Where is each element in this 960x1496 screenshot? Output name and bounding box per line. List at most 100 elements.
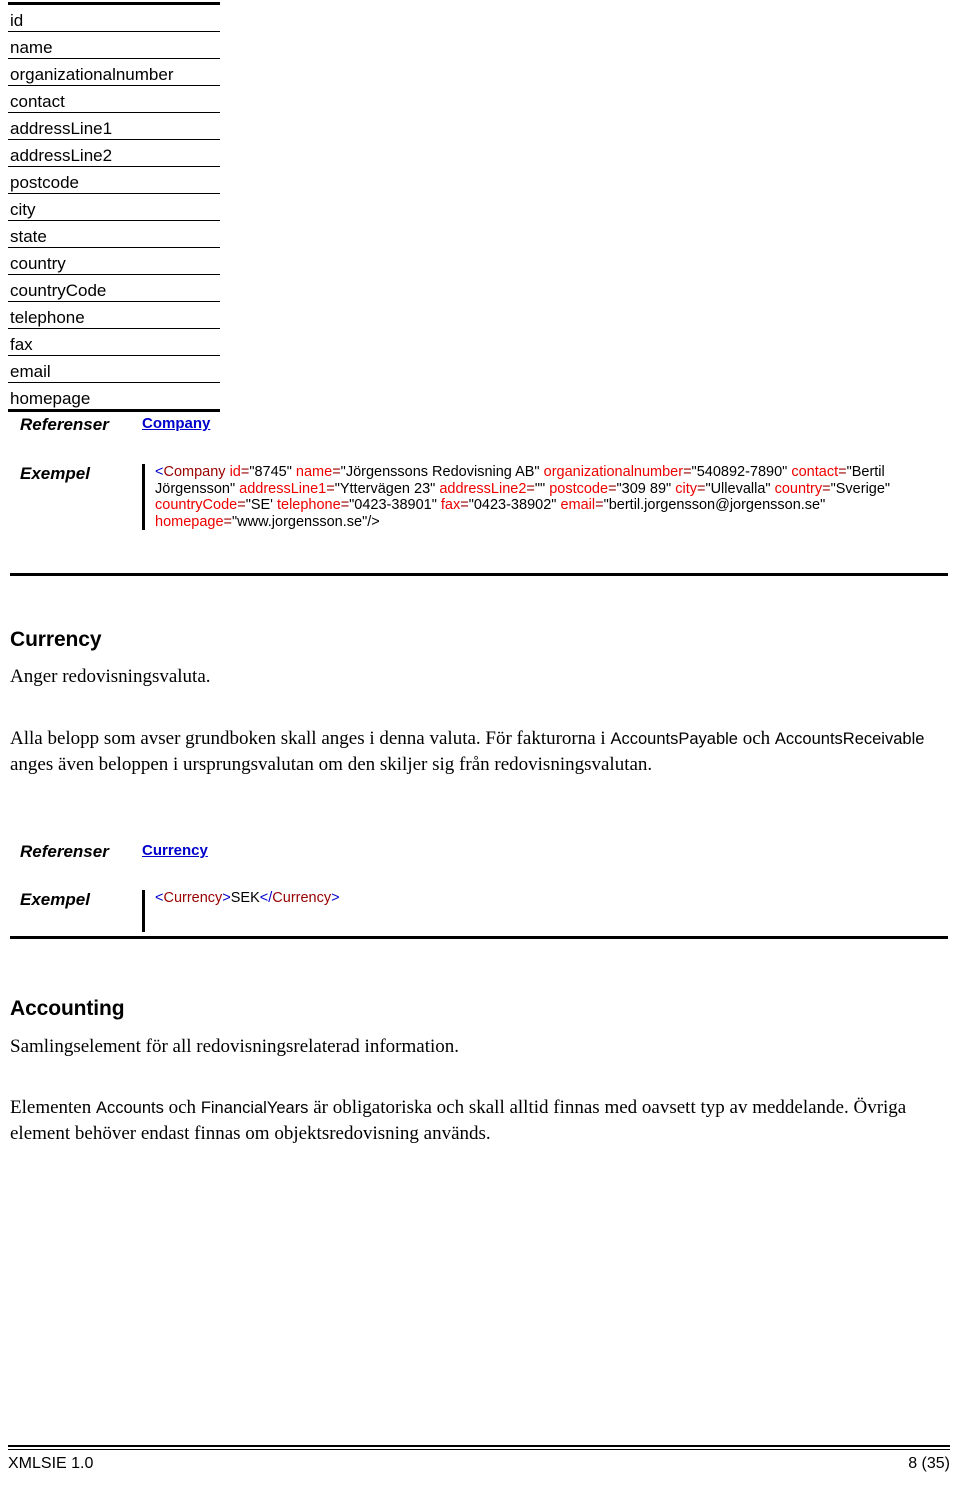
field-name-cell: telephone — [8, 301, 220, 329]
field-name-cell: contact — [8, 85, 220, 113]
xml-attribute: name="Jörgenssons Redovisning AB" — [295, 464, 540, 480]
table-row: country — [8, 247, 220, 275]
accounting-body-mono-1: Accounts — [96, 1099, 164, 1117]
currency-example-label: Exempel — [20, 890, 90, 909]
field-name-cell: postcode — [8, 166, 220, 194]
table-row: id — [8, 2, 220, 32]
xml-attribute: city="Ullevalla" — [675, 480, 771, 497]
field-name-cell: organizationalnumber — [8, 58, 220, 86]
xml-attribute-value: "bertil.jorgensson@jorgensson.se" — [603, 497, 826, 514]
currency-example-block: Exempel <Currency>SEK</Currency> — [10, 890, 948, 932]
company-references-label: Referenser — [20, 415, 109, 434]
xml-attribute-value: "Yttervägen 23" — [334, 480, 436, 497]
table-row: addressLine1 — [8, 112, 220, 140]
accounting-body-paragraph: Elementen Accounts och FinancialYears är… — [10, 1095, 940, 1146]
field-name-cell: name — [8, 31, 220, 59]
xml-attribute: id="8745" — [229, 464, 292, 480]
xml-attribute-name: email — [560, 497, 596, 514]
currency-intro-paragraph: Anger redovisningsvaluta. — [10, 666, 211, 687]
company-example-block: Exempel <Company id="8745" name="Jörgens… — [10, 464, 948, 531]
xml-attribute-value: "0423-38902" — [468, 497, 557, 514]
footer-document-title: XMLSIE 1.0 — [8, 1455, 94, 1472]
field-name-cell: addressLine2 — [8, 139, 220, 167]
xml-attribute: country="Sverige" — [774, 480, 891, 497]
company-example-label: Exempel — [20, 464, 90, 483]
xml-attribute-name: addressLine1 — [239, 480, 327, 497]
xml-attribute-name: countryCode — [155, 497, 238, 514]
xml-attribute: homepage="www.jorgensson.se" — [155, 513, 368, 530]
xml-attribute-value: "Ullevalla" — [705, 480, 771, 497]
accounting-heading: Accounting — [10, 997, 125, 1020]
company-fields-table: id name organizationalnumber contact add… — [8, 2, 220, 412]
currency-section-divider — [10, 936, 948, 939]
xml-attribute-value: "Jörgenssons Redovisning AB" — [340, 464, 540, 480]
xml-attribute-value: "8745" — [249, 464, 292, 480]
currency-heading: Currency — [10, 628, 102, 651]
table-row: organizationalnumber — [8, 58, 220, 86]
table-row: name — [8, 31, 220, 59]
xml-attribute-value: "www.jorgensson.se" — [232, 513, 368, 530]
xml-attribute-value: "540892-7890" — [691, 464, 788, 480]
company-section-divider — [10, 573, 948, 576]
field-name-cell: id — [8, 2, 220, 32]
xml-text-content: SEK — [230, 890, 260, 906]
currency-body-text-3: anges även beloppen i ursprungsvalutan o… — [10, 754, 653, 775]
accounting-body-text-1: Elementen — [10, 1097, 96, 1118]
xml-attribute-value: "SE' — [245, 497, 273, 514]
xml-close-bracket: </ — [259, 890, 273, 906]
table-row: fax — [8, 328, 220, 356]
xml-attribute: fax="0423-38902" — [440, 497, 557, 514]
table-row: telephone — [8, 301, 220, 329]
xml-attribute-name: name — [295, 464, 333, 480]
xml-attribute: addressLine1="Yttervägen 23" — [239, 480, 436, 497]
xml-attribute: email="bertil.jorgensson@jorgensson.se" — [560, 497, 826, 514]
table-row: state — [8, 220, 220, 248]
field-name-cell: addressLine1 — [8, 112, 220, 140]
xml-attribute-name: city — [675, 480, 697, 497]
footer-divider — [8, 1445, 950, 1450]
xml-attribute: addressLine2="" — [439, 480, 546, 497]
xml-self-close: /> — [367, 513, 380, 530]
xml-attribute-value: "Sverige" — [830, 480, 891, 497]
xml-attribute-name: homepage — [155, 513, 224, 530]
xml-attribute-name: country — [774, 480, 823, 497]
company-example-code: <Company id="8745" name="Jörgenssons Red… — [142, 464, 945, 531]
xml-attribute: telephone="0423-38901" — [276, 497, 437, 514]
xml-tag-name: Currency — [163, 890, 223, 906]
accounting-body-mono-2: FinancialYears — [200, 1099, 309, 1117]
table-row: contact — [8, 85, 220, 113]
xml-attribute-name: organizationalnumber — [543, 464, 684, 480]
xml-attribute: organizationalnumber="540892-7890" — [543, 464, 788, 480]
xml-attribute-value: "309 89" — [616, 480, 672, 497]
currency-example-code: <Currency>SEK</Currency> — [142, 890, 948, 932]
company-reference-link[interactable]: Company — [142, 415, 210, 432]
currency-example-inner: Exempel <Currency>SEK</Currency> — [10, 890, 948, 932]
field-name-cell: fax — [8, 328, 220, 356]
currency-references-row: Referenser Currency — [10, 842, 948, 862]
field-name-cell: city — [8, 193, 220, 221]
table-row: city — [8, 193, 220, 221]
currency-reference-link[interactable]: Currency — [142, 842, 208, 859]
xml-attribute-value: "0423-38901" — [349, 497, 437, 514]
currency-body-text-2: och — [737, 728, 775, 749]
table-row: addressLine2 — [8, 139, 220, 167]
table-row: countryCode — [8, 274, 220, 302]
currency-body-paragraph: Alla belopp som avser grundboken skall a… — [10, 726, 940, 777]
field-name-cell: country — [8, 247, 220, 275]
xml-attribute-name: id — [229, 464, 241, 480]
document-page: id name organizationalnumber contact add… — [0, 0, 960, 1496]
field-name-cell: homepage — [8, 382, 220, 412]
xml-attribute-value: "" — [534, 480, 546, 497]
xml-close-tag-name: Currency — [272, 890, 332, 906]
table-row: postcode — [8, 166, 220, 194]
xml-close-gt: > — [331, 890, 340, 906]
currency-references-label: Referenser — [20, 842, 109, 861]
field-name-cell: countryCode — [8, 274, 220, 302]
xml-attribute-name: addressLine2 — [439, 480, 527, 497]
company-references-row: Referenser Company — [10, 415, 948, 435]
currency-body-text-1: Alla belopp som avser grundboken skall a… — [10, 728, 611, 749]
table-row: homepage — [8, 382, 220, 412]
xml-attribute: countryCode="SE' — [155, 497, 273, 514]
xml-attribute-name: fax — [440, 497, 461, 514]
field-name-cell: state — [8, 220, 220, 248]
